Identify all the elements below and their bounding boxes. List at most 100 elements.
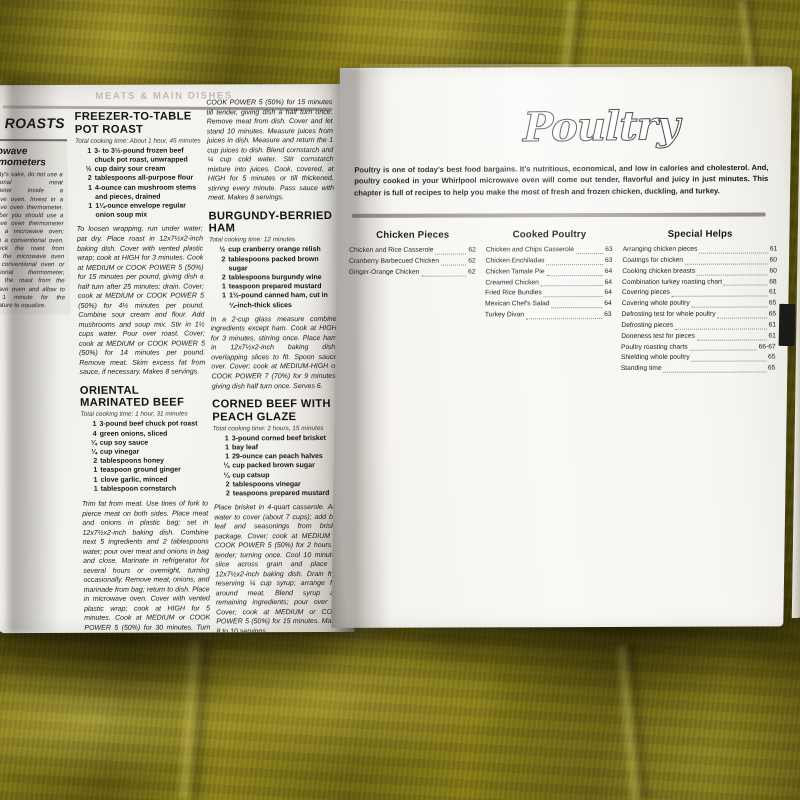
leader-dots [691, 301, 767, 308]
ingredient-item: 1 teaspoon ground ginger [93, 467, 181, 475]
toc-entry[interactable]: Combination turkey roasting chart 68 [622, 277, 777, 288]
toc-entry[interactable]: Poultry roasting charts 66-67 [621, 342, 776, 353]
toc-entry[interactable]: Chicken and Chips Casserole 63 [486, 245, 613, 256]
recipe-title-burgundy-berried-ham: BURGUNDY-BERRIED HAM [208, 209, 333, 235]
toc-entry[interactable]: Coatings for chicken 60 [622, 255, 777, 266]
ingredient-item: 2 teaspoons prepared mustard [225, 490, 330, 498]
ingredient-item: 1 teaspoon prepared mustard [221, 283, 322, 291]
ingredient-item: 1 3- to 3½-pound frozen beef chuck pot ro… [87, 147, 188, 164]
leader-dots [717, 312, 767, 319]
leader-dots [435, 248, 467, 255]
carryover-method-text: COOK POWER 5 (50%) for 15 minutes till t… [206, 99, 335, 202]
toc-entry[interactable]: Turkey Divan 63 [485, 310, 612, 321]
chapter-intro-paragraph: Poultry is one of today's best food barg… [354, 162, 769, 198]
ingredient-list: 1 3-pound beef chuck pot roast 4 green oni… [80, 420, 207, 494]
toc-entry[interactable]: Cooking chicken breasts 60 [622, 266, 777, 277]
toc-entry[interactable]: Doneness test for pieces 61 [621, 331, 776, 342]
thumb-index-tab [778, 303, 796, 347]
toc-heading: Special Helps [667, 228, 733, 240]
toc-entry[interactable]: Chicken and Rice Casserole 62 [349, 245, 476, 256]
leader-dots [691, 355, 767, 363]
toc-entry[interactable]: Arranging chicken pieces 61 [622, 244, 777, 255]
left-column-1: ROASTS Microwave Thermometers For safety… [0, 114, 71, 315]
recipe-title-oriental-marinated-beef: ORIENTAL MARINATED BEEF [79, 384, 185, 410]
ingredient-item: 1 clove garlic, minced [93, 476, 168, 484]
toc-entry[interactable]: Fried Rice Bundles 64 [485, 288, 612, 299]
ingredient-item: ½ cup cranberry orange relish [219, 246, 321, 254]
toc-entry[interactable]: Ginger-Orange Chicken 62 [349, 267, 476, 278]
toc-column-special-helps: Special Helps Arranging chicken pieces 61… [621, 228, 778, 375]
leader-dots [724, 279, 768, 286]
leader-dots [543, 291, 603, 298]
ingredient-item: 1 3-pound beef chuck pot roast [92, 420, 198, 429]
leader-dots [525, 312, 603, 320]
ingredient-item: ¼ cup catsup [223, 471, 270, 479]
ingredient-list: ½ cup cranberry orange relish 2 tablespoon… [209, 245, 336, 310]
ingredient-item: 2 tablespoons all-purpose flour [87, 174, 194, 183]
page-block-edge [791, 78, 800, 618]
ingredient-item: 2 tablespoons honey [93, 457, 165, 466]
ingredient-item: 1 tablespoon cornstarch [93, 485, 177, 493]
leader-dots [675, 323, 767, 330]
ingredient-item: 1 4-ounce can mushroom stems and pieces, … [87, 184, 197, 201]
leader-dots [696, 334, 767, 341]
toc-entry[interactable]: Chicken Tamale Pie 64 [485, 267, 612, 278]
recipe-method: To loosen wrapping, run under water; pat… [76, 225, 206, 377]
leader-dots [699, 247, 768, 254]
toc-entry[interactable]: Creamed Chicken 64 [485, 278, 612, 289]
leader-dots [546, 258, 603, 265]
leader-dots [663, 366, 766, 373]
toc-entry[interactable]: Mexican Chef's Salad 64 [485, 299, 612, 310]
left-column-2: FREEZER-TO-TABLE POT ROAST Total cooking… [74, 110, 210, 633]
toc-entry[interactable]: Chicken Enchiladas 63 [486, 256, 613, 267]
toc-heading: Cooked Poultry [512, 229, 587, 241]
leader-dots [671, 290, 768, 298]
ingredient-item: ¼ cup packed brown sugar [223, 462, 315, 470]
right-page: Poultry Poultry is one of today's best f… [331, 66, 793, 628]
ingredient-item: 1 29-ounce can peach halves [225, 453, 323, 461]
leader-dots [421, 270, 467, 277]
sidebar-microwave-thermometers: Microwave Thermometers For safety's sake… [0, 138, 71, 315]
toc-column-chicken-pieces: Chicken Pieces Chicken and Rice Casserol… [347, 229, 476, 376]
open-cookbook: MEATS & MAIN DISHES ROASTS Microwave The… [0, 66, 800, 636]
left-page: MEATS & MAIN DISHES ROASTS Microwave The… [0, 84, 355, 634]
ingredient-item: 1 bay leaf [224, 444, 259, 452]
recipe-title-freezer-to-table-pot-roast: FREEZER-TO-TABLE POT ROAST [74, 110, 192, 136]
section-title-roasts: ROASTS [4, 114, 65, 132]
leader-dots [697, 269, 768, 276]
leader-dots [540, 280, 603, 287]
toc-entry[interactable]: Standing time 65 [621, 364, 776, 375]
ingredient-item: ¼ cup vinegar [91, 448, 140, 456]
toc-entry[interactable]: Covering whole poultry 65 [622, 299, 777, 310]
recipe-cooking-time: Total cooking time: 1 hour, 31 minutes [80, 410, 188, 419]
toc-entry[interactable]: Defrosting test for whole poultry 65 [621, 309, 776, 320]
ingredient-item: 1 1¼-ounce envelope regular onion soup mi… [88, 202, 187, 220]
ingredient-item: ¼ cup soy sauce [90, 439, 149, 447]
leader-dots [689, 344, 757, 352]
leader-dots [546, 269, 603, 276]
leader-dots [684, 258, 768, 265]
toc-column-cooked-poultry: Cooked Poultry Chicken and Chips Cassero… [484, 229, 613, 376]
leader-dots [551, 302, 603, 309]
toc-heading: Chicken Pieces [376, 229, 450, 241]
toc-entry[interactable]: Shielding whole poultry 65 [621, 353, 776, 364]
leader-dots [440, 259, 467, 266]
ingredient-list: 1 3- to 3½-pound frozen beef chuck pot ro… [75, 146, 202, 220]
recipe-cooking-time: Total cooking time: About 1 hour, 45 min… [74, 137, 201, 145]
sidebar-body: For safety's sake, do not use a conventi… [0, 171, 66, 310]
toc-entry[interactable]: Covering pieces 61 [622, 288, 777, 299]
left-column-3: COOK POWER 5 (50%) for 15 minutes till t… [206, 98, 342, 633]
ingredient-item: 2 tablespoons burgundy wine [221, 274, 322, 282]
recipe-method: Trim fat from meat. Use tines of fork to… [81, 500, 211, 632]
recipe-method: In a 2-cup glass measure combine ingredi… [210, 315, 338, 390]
toc-entry[interactable]: Defrosting pieces 61 [621, 320, 776, 331]
chapter-title-poultry: Poultry [523, 101, 680, 152]
ingredient-item: ½ cup dairy sour cream [85, 165, 166, 173]
ingredient-item: 2 tablespoons vinegar [225, 480, 301, 489]
recipe-title-corned-beef-with-peach-glaze: CORNED BEEF WITH PEACH GLAZE [212, 398, 331, 423]
ingredient-item: 2 tablespoons packed brown sugar [221, 255, 319, 273]
recipe-cooking-time: Total cooking time: 12 minutes [208, 236, 296, 244]
leader-dots [575, 247, 604, 254]
toc-entry[interactable]: Cranberry Barbecued Chicken 62 [349, 256, 476, 267]
recipe-method: Place brisket in 4-quart casserole. Add … [214, 504, 343, 634]
